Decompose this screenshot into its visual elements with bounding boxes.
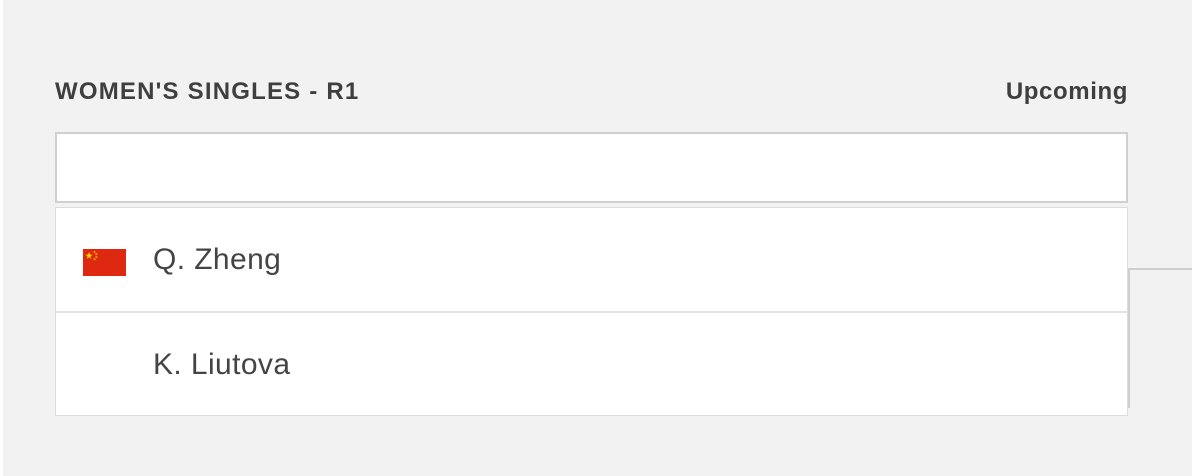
flag-slot — [56, 313, 153, 416]
player-row-2[interactable]: K. Liutova — [56, 311, 1127, 416]
left-edge-strip — [0, 0, 3, 476]
round-title: WOMEN'S SINGLES - R1 — [55, 78, 360, 105]
match-card: WOMEN'S SINGLES - R1 Upcoming Q. Zheng K… — [55, 0, 1128, 476]
match-info-box — [55, 132, 1128, 203]
bracket-connector-horizontal — [1128, 268, 1192, 270]
match-status: Upcoming — [1005, 78, 1128, 105]
player-row-1[interactable]: Q. Zheng — [56, 208, 1127, 311]
player-name: K. Liutova — [153, 347, 291, 381]
flag-slot — [56, 208, 153, 311]
china-flag-icon — [83, 249, 126, 276]
players-list: Q. Zheng K. Liutova — [55, 207, 1128, 416]
bracket-connector-vertical — [1128, 268, 1130, 408]
player-name: Q. Zheng — [153, 242, 282, 276]
match-header: WOMEN'S SINGLES - R1 Upcoming — [55, 76, 1128, 108]
